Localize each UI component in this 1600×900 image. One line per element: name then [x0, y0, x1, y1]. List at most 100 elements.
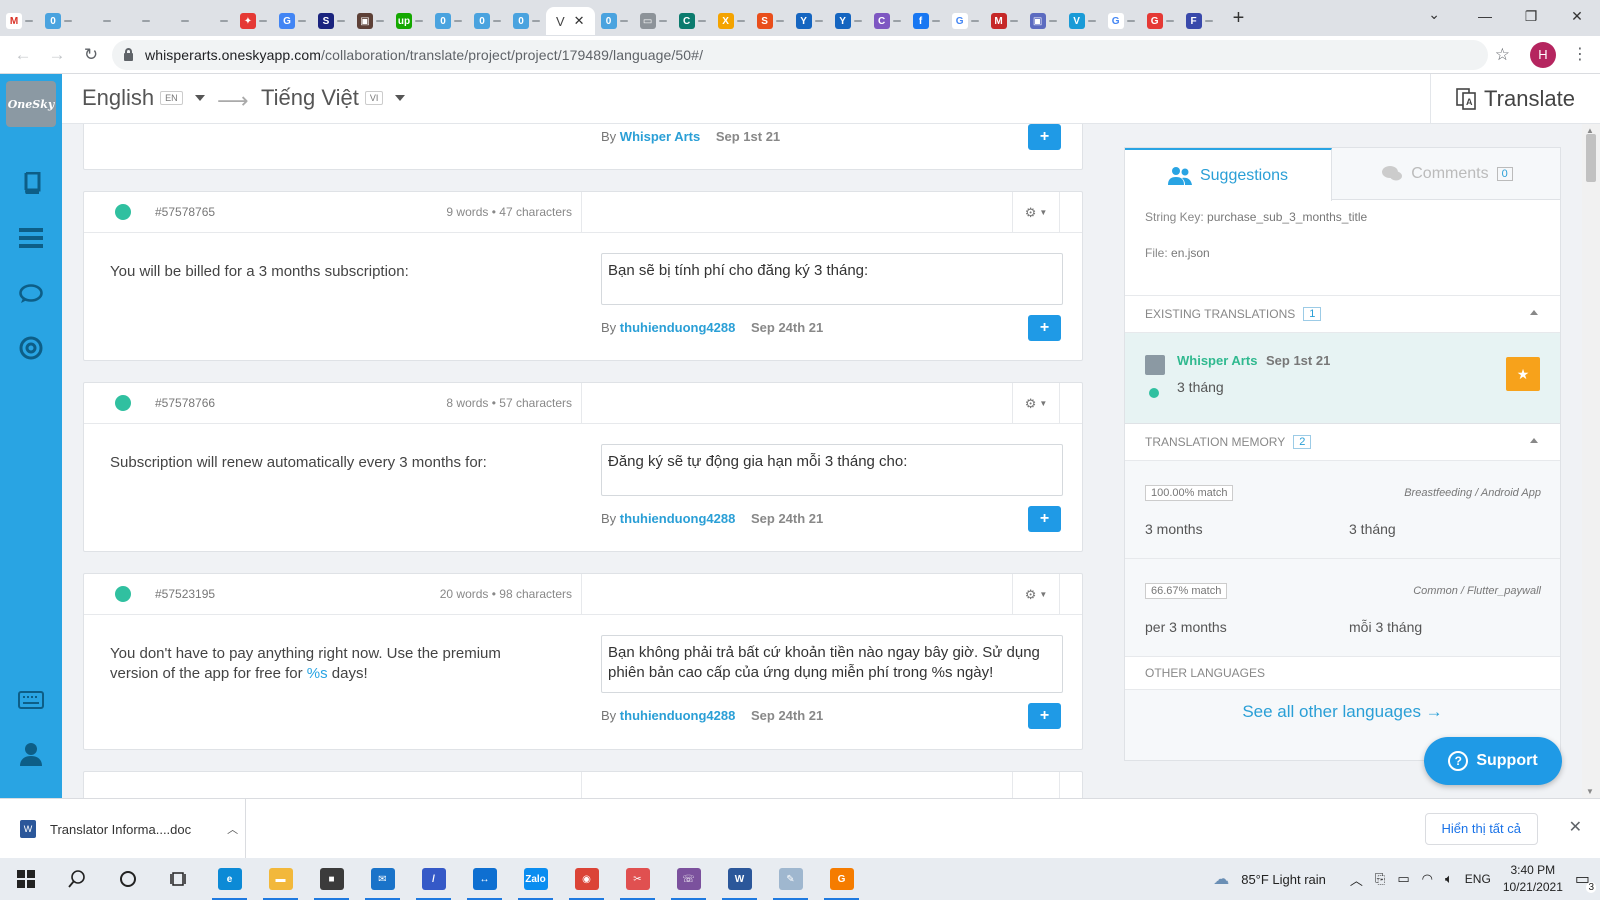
- target-language-select[interactable]: Tiếng Việt VI: [261, 85, 406, 111]
- taskbar-app[interactable]: ◉: [561, 858, 612, 900]
- profile-avatar[interactable]: H: [1530, 42, 1556, 68]
- browser-tab[interactable]: up: [390, 7, 429, 35]
- browser-tab[interactable]: G: [946, 7, 985, 35]
- star-icon[interactable]: ★: [1506, 357, 1540, 391]
- page-scrollbar[interactable]: ▲ ▼: [1582, 124, 1600, 798]
- browser-tab[interactable]: M: [985, 7, 1024, 35]
- browser-tab[interactable]: ▣: [351, 7, 390, 35]
- browser-tab[interactable]: f: [907, 7, 946, 35]
- book-icon[interactable]: [18, 171, 44, 195]
- wifi-icon[interactable]: ◠: [1422, 871, 1433, 887]
- existing-author[interactable]: Whisper Arts: [1177, 353, 1257, 368]
- existing-translations-header[interactable]: EXISTING TRANSLATIONS 1: [1125, 296, 1560, 333]
- user-icon[interactable]: [18, 742, 44, 766]
- close-tab-icon[interactable]: ✕: [574, 13, 585, 29]
- browser-tab[interactable]: M: [0, 7, 39, 35]
- browser-tab[interactable]: V: [1063, 7, 1102, 35]
- close-icon[interactable]: ✕: [1569, 817, 1582, 837]
- add-translation-button[interactable]: +: [1028, 124, 1061, 150]
- browser-tab[interactable]: C: [673, 7, 712, 35]
- translate-mode-button[interactable]: A Translate: [1430, 74, 1600, 124]
- taskbar-app[interactable]: ✎: [765, 858, 816, 900]
- add-translation-button[interactable]: +: [1028, 703, 1061, 729]
- reload-icon[interactable]: ↻: [74, 45, 108, 65]
- close-window-icon[interactable]: ✕: [1554, 0, 1600, 32]
- translation-memory-header[interactable]: TRANSLATION MEMORY 2: [1125, 424, 1560, 461]
- settings-dropdown[interactable]: ⚙ ▼: [1012, 574, 1060, 615]
- volume-icon[interactable]: 🔈︎: [1445, 871, 1453, 887]
- browser-tab[interactable]: 0: [429, 7, 468, 35]
- browser-tab[interactable]: Y: [829, 7, 868, 35]
- translation-author[interactable]: thuhienduong4288: [620, 320, 736, 335]
- search-button[interactable]: [51, 858, 102, 900]
- input-language[interactable]: ENG: [1465, 872, 1491, 886]
- translation-author[interactable]: Whisper Arts: [620, 129, 700, 144]
- tab-search-icon[interactable]: ⌄: [1428, 6, 1440, 23]
- translation-author[interactable]: thuhienduong4288: [620, 511, 736, 526]
- translation-field[interactable]: Bạn sẽ bị tính phí cho đăng ký 3 tháng:: [601, 253, 1063, 305]
- memory-item[interactable]: 66.67% match Common / Flutter_paywall pe…: [1125, 559, 1560, 657]
- taskbar-app[interactable]: /: [408, 858, 459, 900]
- chevron-up-icon[interactable]: [1530, 310, 1538, 315]
- browser-tab[interactable]: 0: [595, 7, 634, 35]
- browser-tab[interactable]: F: [1180, 7, 1219, 35]
- browser-tab[interactable]: G: [273, 7, 312, 35]
- see-all-languages-link[interactable]: See all other languages →: [1125, 690, 1560, 734]
- lock-icon[interactable]: [124, 47, 133, 61]
- chevron-up-icon[interactable]: ︿: [227, 821, 238, 837]
- scrollbar-thumb[interactable]: [1586, 134, 1596, 182]
- settings-dropdown[interactable]: [1012, 772, 1060, 798]
- browser-tab[interactable]: ▭: [634, 7, 673, 35]
- chevron-up-icon[interactable]: [1530, 438, 1538, 443]
- browser-tab[interactable]: S: [751, 7, 790, 35]
- settings-dropdown[interactable]: ⚙ ▼: [1012, 192, 1060, 233]
- task-view-button[interactable]: [153, 858, 204, 900]
- help-lifebuoy-icon[interactable]: [18, 336, 44, 360]
- settings-dropdown[interactable]: ⚙ ▼: [1012, 383, 1060, 424]
- browser-tab[interactable]: G: [1141, 7, 1180, 35]
- memory-item[interactable]: 100.00% match Breastfeeding / Android Ap…: [1125, 461, 1560, 559]
- browser-tab[interactable]: 0: [39, 7, 78, 35]
- new-tab-icon[interactable]: +: [1233, 7, 1245, 30]
- browser-tab[interactable]: G: [1102, 7, 1141, 35]
- translation-field[interactable]: Đăng ký sẽ tự động gia hạn mỗi 3 tháng c…: [601, 444, 1063, 496]
- weather-icon[interactable]: ☁: [1213, 869, 1229, 889]
- browser-tab[interactable]: [156, 7, 195, 35]
- add-translation-button[interactable]: +: [1028, 506, 1061, 532]
- browser-tab[interactable]: 0: [507, 7, 546, 35]
- taskbar-app[interactable]: W: [714, 858, 765, 900]
- browser-tab[interactable]: [78, 7, 117, 35]
- browser-tab[interactable]: Y: [790, 7, 829, 35]
- taskbar-app[interactable]: e: [204, 858, 255, 900]
- chevron-up-icon[interactable]: ︿: [1350, 870, 1363, 889]
- list-icon[interactable]: [18, 226, 44, 250]
- taskbar-app[interactable]: ↔: [459, 858, 510, 900]
- browser-menu-icon[interactable]: ⋮: [1572, 44, 1588, 64]
- string-id[interactable]: #57578766: [155, 396, 215, 410]
- translation-field[interactable]: Bạn không phải trả bất cứ khoản tiền nào…: [601, 635, 1063, 693]
- notifications-icon[interactable]: ▭ 3: [1575, 869, 1596, 893]
- string-id[interactable]: #57578765: [155, 205, 215, 219]
- taskbar-app[interactable]: ☏: [663, 858, 714, 900]
- scroll-down-icon[interactable]: ▼: [1586, 787, 1594, 796]
- browser-tab[interactable]: S: [312, 7, 351, 35]
- source-language-select[interactable]: English EN: [82, 85, 205, 111]
- show-all-downloads-button[interactable]: Hiển thị tất cả: [1424, 813, 1538, 845]
- start-button[interactable]: [0, 858, 51, 900]
- onedrive-icon[interactable]: ⎘: [1375, 871, 1385, 887]
- taskbar-app[interactable]: ▬: [255, 858, 306, 900]
- maximize-icon[interactable]: ❐: [1508, 0, 1554, 32]
- support-button[interactable]: ? Support: [1424, 737, 1562, 785]
- tab-comments[interactable]: Comments 0: [1332, 148, 1562, 200]
- browser-tab[interactable]: [117, 7, 156, 35]
- download-item[interactable]: W Translator Informa....doc ︿: [0, 799, 246, 859]
- taskbar-app[interactable]: ✂: [612, 858, 663, 900]
- clock[interactable]: 3:40 PM 10/21/2021: [1503, 862, 1563, 896]
- translation-author[interactable]: thuhienduong4288: [620, 708, 736, 723]
- browser-tab-active[interactable]: V ✕: [546, 7, 595, 35]
- cortana-button[interactable]: [102, 858, 153, 900]
- onesky-logo[interactable]: OneSky: [6, 81, 56, 127]
- browser-tab[interactable]: ✦: [234, 7, 273, 35]
- browser-tab[interactable]: [195, 7, 234, 35]
- battery-icon[interactable]: ▭: [1397, 871, 1409, 887]
